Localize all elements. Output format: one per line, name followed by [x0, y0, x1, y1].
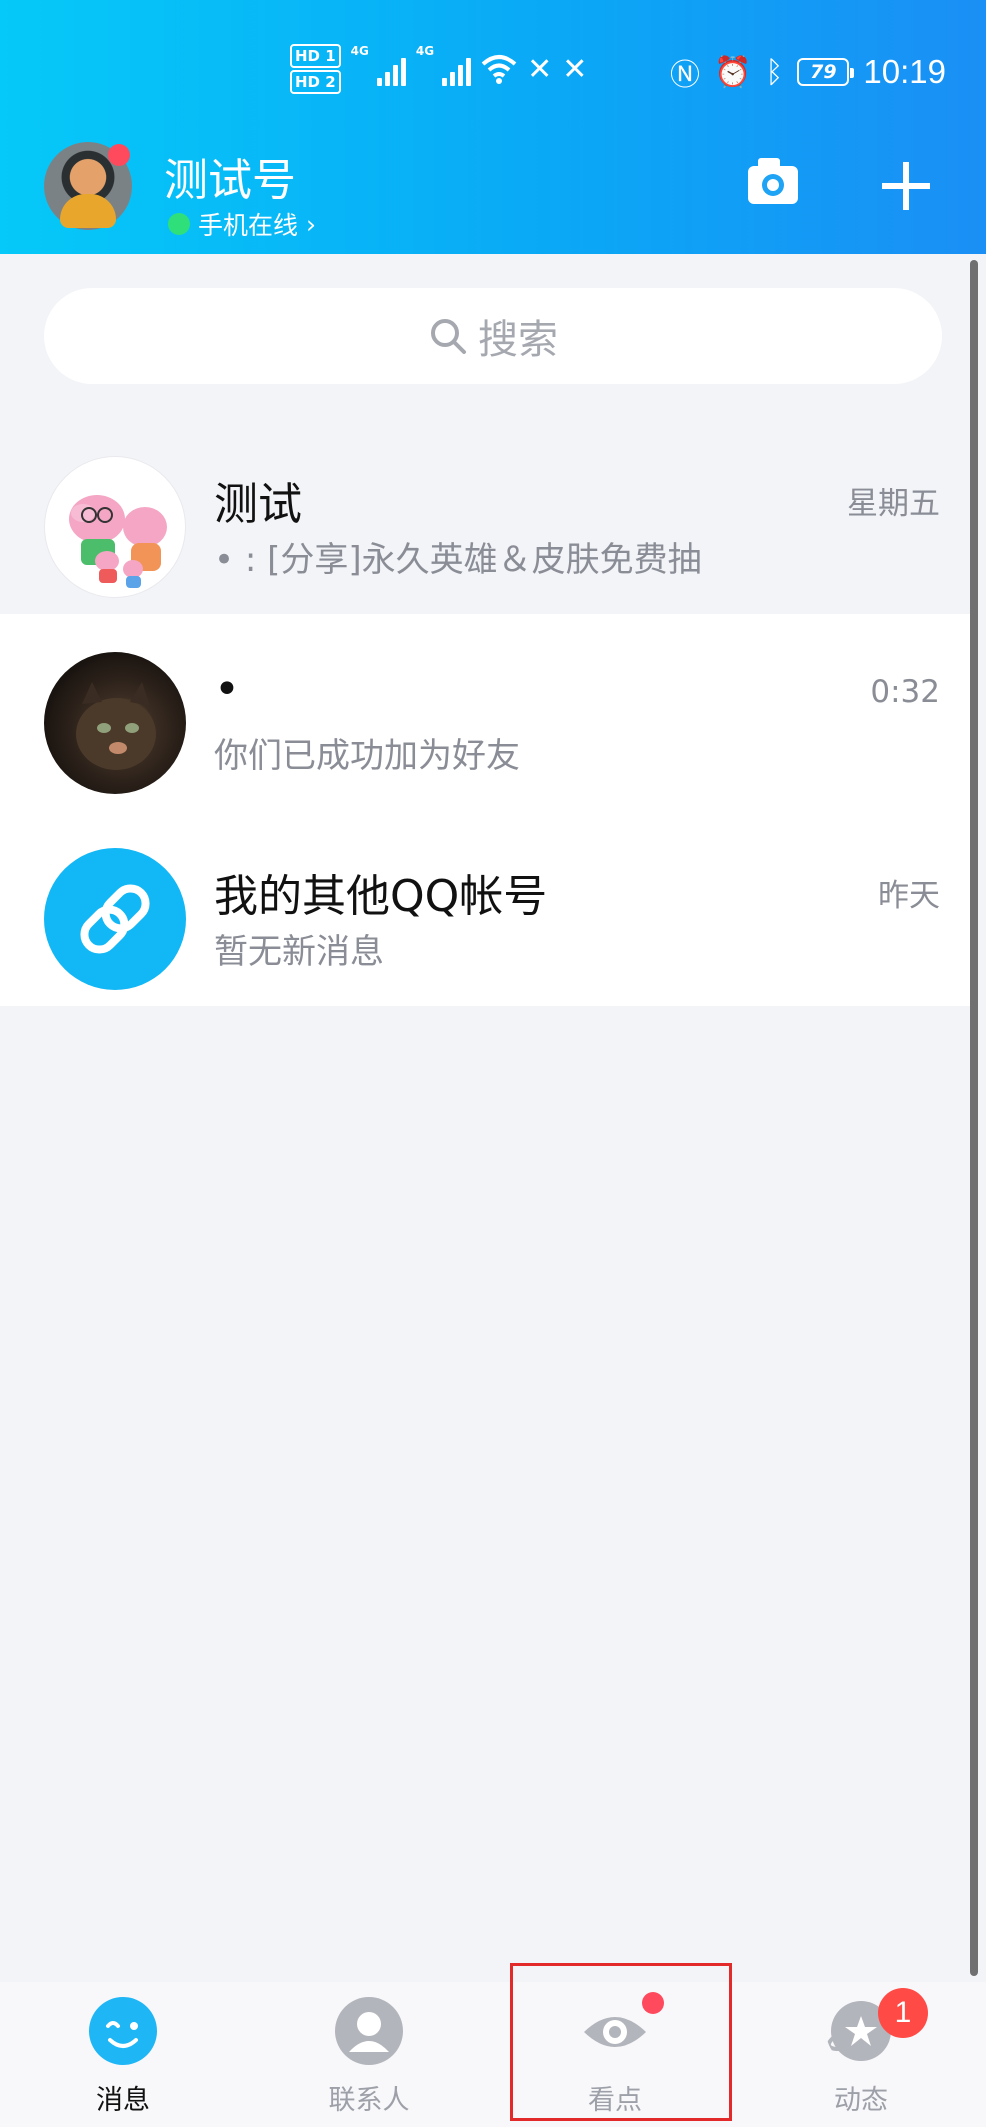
hd-indicators: HD 1 HD 2 — [290, 44, 341, 94]
network-type-1: 4G — [350, 44, 369, 58]
hd2-indicator: HD 2 — [290, 70, 341, 94]
highlight-box — [510, 1963, 732, 2121]
link-icon — [80, 884, 150, 954]
conversation-item[interactable]: 我的其他QQ帐号 暂无新消息 昨天 — [0, 810, 970, 1006]
chevron-right-icon: › — [306, 209, 317, 239]
tab-contacts[interactable]: 联系人 — [246, 1982, 492, 2127]
top-header: HD 1 HD 2 4G 4G ✕ ✕ Ⓝ ⏰ ᛒ 79 10:19 测试号 手… — [0, 0, 986, 254]
notification-icon: ✕ — [527, 51, 553, 87]
conversation-avatar — [44, 652, 186, 794]
conversation-item[interactable]: • 你们已成功加为好友 0:32 — [0, 614, 970, 810]
scrollbar[interactable] — [970, 260, 978, 1976]
peppa-pig-avatar — [69, 495, 167, 588]
bottom-tab-bar: 消息 联系人 看点 1 动态 — [0, 1982, 986, 2127]
signal-icon — [376, 52, 406, 86]
conversation-preview: • : [分享]永久英雄＆皮肤免费抽 — [214, 540, 702, 580]
tab-label: 动态 — [834, 2085, 888, 2116]
signal-icon — [442, 52, 472, 86]
tab-messages[interactable]: 消息 — [0, 1982, 246, 2127]
tab-label: 消息 — [96, 2085, 150, 2116]
bluetooth-icon: ᛒ — [765, 54, 784, 90]
conversation-avatar — [44, 848, 186, 990]
tab-feed[interactable]: 1 动态 — [738, 1982, 984, 2127]
conversation-preview: 暂无新消息 — [214, 932, 384, 972]
message-icon — [89, 1997, 157, 2065]
unread-badge: 1 — [878, 1988, 928, 2038]
hd1-indicator: HD 1 — [290, 44, 341, 68]
tab-label: 联系人 — [328, 2085, 410, 2116]
conversation-time: 0:32 — [870, 674, 940, 710]
status-bar-right: Ⓝ ⏰ ᛒ 79 10:19 — [670, 50, 946, 94]
search-input[interactable]: 搜索 — [44, 288, 942, 384]
cat-avatar — [76, 682, 156, 770]
search-icon — [431, 319, 466, 354]
online-status[interactable]: 手机在线 › — [168, 206, 316, 242]
battery-icon: 79 — [797, 58, 855, 86]
conversation-preview: 你们已成功加为好友 — [214, 736, 520, 776]
conversation-time: 昨天 — [878, 878, 940, 914]
status-bar-left: HD 1 HD 2 4G 4G ✕ ✕ — [290, 44, 587, 94]
conversation-avatar — [44, 456, 186, 598]
conversation-title: 测试 — [214, 479, 302, 530]
wifi-icon — [481, 55, 517, 84]
camera-icon[interactable] — [746, 154, 800, 208]
conversation-item[interactable]: 测试 • : [分享]永久英雄＆皮肤免费抽 星期五 — [0, 418, 970, 614]
unread-dot — [108, 144, 130, 166]
conversation-title: • — [214, 664, 240, 715]
profile-avatar[interactable] — [44, 142, 132, 230]
conversation-time: 星期五 — [847, 486, 940, 522]
avatar-figure — [60, 194, 116, 228]
status-bar: HD 1 HD 2 4G 4G ✕ ✕ Ⓝ ⏰ ᛒ 79 10:19 — [0, 36, 986, 106]
online-status-label: 手机在线 — [198, 211, 299, 240]
conversation-title: 我的其他QQ帐号 — [214, 871, 548, 922]
nfc-icon: Ⓝ — [670, 58, 701, 93]
notification-icon: ✕ — [562, 51, 588, 87]
plus-icon[interactable] — [880, 160, 932, 212]
profile-name[interactable]: 测试号 — [164, 144, 296, 208]
search-placeholder: 搜索 — [478, 317, 558, 363]
alarm-icon: ⏰ — [714, 54, 752, 90]
status-time: 10:19 — [863, 53, 946, 90]
online-dot — [168, 213, 190, 235]
contacts-icon — [335, 1997, 403, 2065]
network-type-2: 4G — [415, 44, 435, 58]
